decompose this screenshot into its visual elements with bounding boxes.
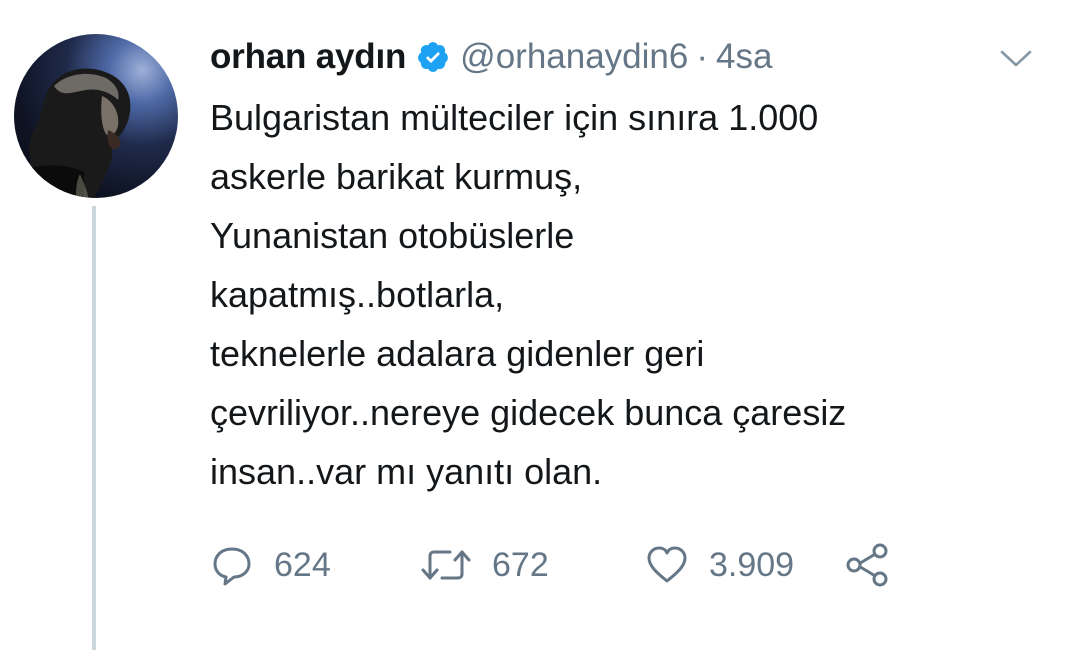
- reply-icon: [213, 547, 251, 586]
- thread-line: [92, 206, 96, 650]
- tweet-text-line: çevriliyor..nereye gidecek bunca çaresiz: [210, 392, 847, 433]
- chevron-down-icon[interactable]: [998, 46, 1034, 70]
- tweet-text-line: Bulgaristan mülteciler için sınıra 1.000: [210, 97, 819, 138]
- user-handle[interactable]: @orhanaydin6: [460, 37, 688, 77]
- share-button[interactable]: [845, 542, 891, 588]
- tweet-text-line: Yunanistan otobüslerle: [210, 215, 575, 256]
- tweet-text-line: insan..var mı yanıtı olan.: [210, 451, 603, 492]
- reply-count: 624: [274, 545, 331, 584]
- tweet-text-line: askerle barikat kurmuş,: [210, 156, 583, 197]
- share-icon: [846, 543, 888, 587]
- tweet-text-line: kapatmış..botlarla,: [210, 274, 505, 315]
- like-icon: [647, 546, 687, 583]
- avatar-image: [14, 68, 131, 198]
- tweet-header: orhan aydın @orhanaydin6 · 4sa: [210, 36, 772, 78]
- tweet-text: Bulgaristan mülteciler için sınıra 1.000…: [210, 88, 1050, 501]
- tweet-actions: 624 672 3.909: [210, 540, 891, 590]
- separator-dot: ·: [696, 37, 709, 76]
- tweet-text-line: teknelerle adalara gidenler geri: [210, 333, 705, 374]
- retweet-count: 672: [492, 545, 549, 584]
- reply-button[interactable]: 624: [210, 544, 420, 586]
- tweet-timestamp[interactable]: 4sa: [716, 37, 772, 77]
- tweet-card: orhan aydın @orhanaydin6 · 4sa Bulgarist…: [0, 0, 1071, 650]
- retweet-button[interactable]: 672: [420, 544, 645, 586]
- display-name[interactable]: orhan aydın: [210, 37, 406, 77]
- avatar[interactable]: [14, 34, 178, 198]
- verified-badge-icon: [416, 40, 450, 74]
- retweet-icon: [421, 550, 471, 580]
- like-button[interactable]: 3.909: [645, 544, 845, 586]
- like-count: 3.909: [709, 545, 795, 584]
